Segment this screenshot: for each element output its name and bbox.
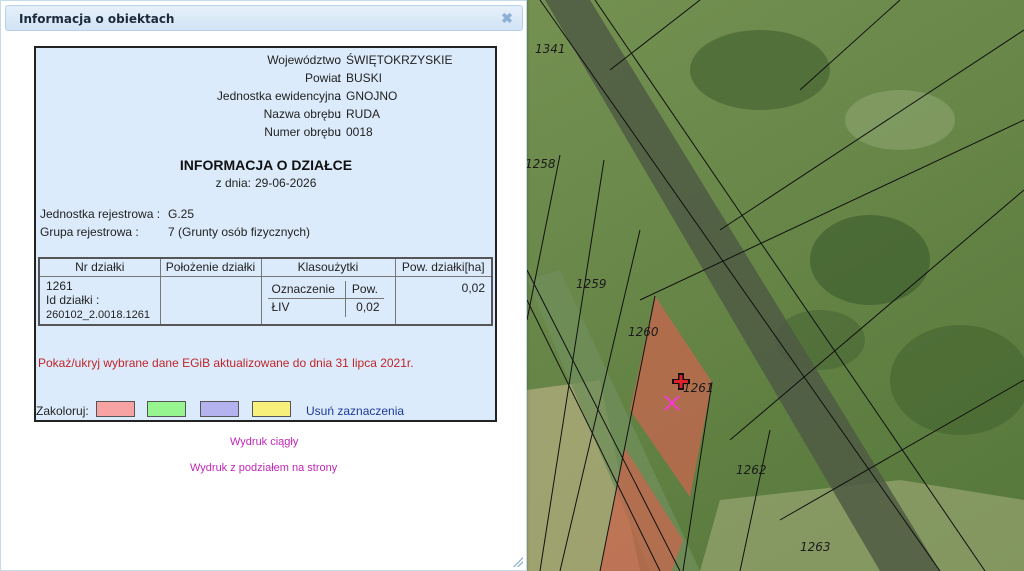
color-swatch-red[interactable] (96, 401, 135, 417)
separator: : (337, 71, 341, 85)
county-value: BUSKI (346, 71, 383, 85)
color-swatch-green[interactable] (147, 401, 186, 417)
egib-toggle-link[interactable]: Pokaż/ukryj wybrane dane EGiB aktualizow… (38, 356, 414, 370)
class-header-area: Pow. (345, 280, 384, 299)
class-header-symbol: Oznaczenie (267, 280, 346, 299)
precinct-name-label: Nazwa obrębu (263, 107, 341, 121)
registry-unit-value: G.25 (168, 207, 195, 221)
precinct-number-label: Numer obrębu (264, 125, 341, 139)
header-land-classes: Klasoużytki (260, 257, 396, 277)
precinct-number-value: 0018 (346, 125, 373, 139)
county-row: Powiat : BUSKI (36, 71, 499, 89)
map-label-1260: 1260 (628, 325, 659, 339)
unit-label: Jednostka ewidencyjna (216, 89, 341, 103)
colorize-row: Zakoloruj: Usuń zaznaczenia (36, 401, 496, 419)
info-heading: INFORMACJA O DZIAŁCE (179, 157, 353, 173)
parcel-number: 1261 (46, 278, 73, 293)
precinct-name-value: RUDA (346, 107, 381, 121)
color-swatch-yellow[interactable] (252, 401, 291, 417)
date-value: 29-06-2026 (254, 176, 317, 190)
land-class-area: 0,02 (345, 298, 384, 317)
dialog-title: Informacja o obiektach (19, 12, 175, 26)
registry-group-row: Grupa rejestrowa : 7 (Grunty osób fizycz… (40, 225, 310, 239)
land-classes-cell: Oznaczenie Pow. ŁIV 0,02 (260, 275, 396, 325)
print-paged-link[interactable]: Wydruk z podziałem na strony (190, 462, 337, 474)
parcel-location-cell (159, 275, 262, 325)
separator: : (337, 125, 341, 139)
land-class-symbol: ŁIV (271, 300, 290, 314)
parcel-area-cell: 0,02 (394, 275, 493, 325)
separator: : (337, 53, 341, 67)
separator: : (337, 89, 341, 103)
dialog-titlebar[interactable]: Informacja o obiektach ✖ (5, 5, 523, 31)
land-class-row: ŁIV 0,02 (268, 298, 384, 317)
registry-unit-label: Jednostka rejestrowa : (40, 207, 161, 221)
precinct-name-row: Nazwa obrębu : RUDA (36, 107, 499, 125)
table-header-row: Nr działki Położenie działki Klasoużytki… (38, 257, 493, 277)
parcel-id-value: 260102_2.0018.1261 (46, 308, 150, 321)
parcel-table: Nr działki Położenie działki Klasoużytki… (38, 257, 493, 326)
registry-group-value: 7 (Grunty osób fizycznych) (168, 225, 311, 239)
unit-value: GNOJNO (346, 89, 398, 103)
map-label-1258: 1258 (525, 157, 556, 171)
registry-group-label: Grupa rejestrowa : (40, 225, 139, 239)
close-icon[interactable]: ✖ (500, 11, 514, 25)
object-info-dialog: Informacja o obiektach ✖ Województwo : Ś… (0, 0, 527, 571)
header-parcel-location: Położenie działki (159, 257, 262, 277)
voivodeship-row: Województwo : ŚWIĘTOKRZYSKIE (36, 53, 499, 71)
parcel-info-panel: Województwo : ŚWIĘTOKRZYSKIE Powiat : BU… (34, 46, 497, 422)
header-parcel-number: Nr działki (38, 257, 161, 277)
info-date: z dnia: 29-06-2026 (36, 176, 496, 190)
resize-handle-icon[interactable] (513, 557, 523, 567)
color-swatch-purple[interactable] (200, 401, 239, 417)
table-row: 1261 Id działki : 260102_2.0018.1261 Ozn… (38, 275, 493, 325)
precinct-number-row: Numer obrębu : 0018 (36, 125, 499, 143)
separator: : (337, 107, 341, 121)
parcel-id-label: Id działki : (46, 292, 100, 307)
parcel-number-cell: 1261 Id działki : 260102_2.0018.1261 (38, 275, 161, 325)
header-parcel-area: Pow. działki[ha] (394, 257, 493, 277)
voivodeship-label: Województwo (267, 53, 341, 67)
land-classes-header: Oznaczenie Pow. (267, 280, 384, 299)
print-continuous-link[interactable]: Wydruk ciągły (230, 436, 298, 448)
county-label: Powiat (304, 71, 341, 85)
registry-unit-row: Jednostka rejestrowa : G.25 (40, 207, 194, 221)
voivodeship-value: ŚWIĘTOKRZYSKIE (346, 53, 453, 67)
unit-row: Jednostka ewidencyjna : GNOJNO (36, 89, 499, 107)
map-label-1259: 1259 (576, 277, 607, 291)
clear-selection-link[interactable]: Usuń zaznaczenia (306, 404, 404, 418)
map-label-1341: 1341 (535, 42, 566, 56)
map-label-1262: 1262 (736, 463, 767, 477)
colorize-label: Zakoloruj: (36, 404, 89, 418)
land-classes-table: Oznaczenie Pow. ŁIV 0,02 (267, 280, 384, 317)
map-label-1263: 1263 (800, 540, 831, 554)
date-prefix: z dnia: (215, 176, 251, 190)
